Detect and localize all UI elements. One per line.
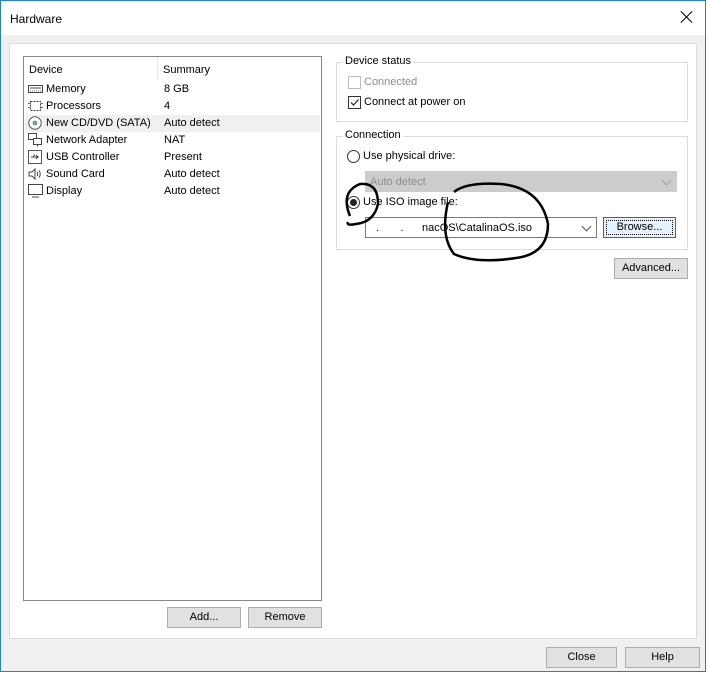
device-status-group: Device status Connected Connect at power… [336,55,688,122]
cd-dvd-icon [28,116,42,130]
hardware-dialog: Hardware Device Summary Memory 8 GB Proc… [0,0,706,672]
connection-legend: Connection [343,129,403,141]
device-list-header: Device Summary [24,57,321,79]
device-row-memory[interactable]: Memory 8 GB [25,81,320,98]
advanced-button[interactable]: Advanced... [614,258,688,279]
memory-icon [28,85,43,93]
use-physical-drive-radio[interactable] [347,150,360,163]
device-row-processors[interactable]: Processors 4 [25,98,320,115]
help-button[interactable]: Help [625,647,700,668]
remove-button[interactable]: Remove [248,607,322,628]
use-iso-image-radio[interactable] [347,196,360,209]
connected-checkbox[interactable] [348,76,361,89]
column-separator[interactable] [157,57,158,79]
use-iso-image-label: Use ISO image file: [363,196,458,208]
device-row-cd-dvd[interactable]: New CD/DVD (SATA) Auto detect [25,115,320,132]
device-status-legend: Device status [343,55,414,67]
physical-drive-select[interactable]: Auto detect [365,171,677,192]
connect-at-power-on-label: Connect at power on [364,96,466,108]
processor-icon [28,101,43,111]
close-icon[interactable] [679,9,695,25]
content-panel: Device Summary Memory 8 GB Processors 4 … [9,43,697,639]
dialog-title: Hardware [10,12,63,26]
close-button[interactable]: Close [546,647,617,668]
chevron-down-icon[interactable] [581,221,592,232]
title-bar: Hardware [1,1,705,35]
checkmark-icon [350,99,359,106]
display-icon [28,184,43,198]
chevron-down-icon [661,175,672,186]
network-adapter-icon [28,133,42,147]
device-row-display[interactable]: Display Auto detect [25,183,320,200]
usb-icon [28,150,42,164]
speaker-icon [28,167,41,181]
add-button[interactable]: Add... [167,607,241,628]
device-list[interactable]: Device Summary Memory 8 GB Processors 4 … [23,56,322,601]
iso-path-combo[interactable]: . . nacOS\CatalinaOS.iso [365,217,597,238]
column-header-summary[interactable]: Summary [163,64,210,76]
device-row-usb-controller[interactable]: USB Controller Present [25,149,320,166]
connection-group: Connection Use physical drive: Auto dete… [336,129,688,250]
device-row-network-adapter[interactable]: Network Adapter NAT [25,132,320,149]
use-physical-drive-label: Use physical drive: [363,150,456,162]
column-header-device[interactable]: Device [29,64,63,76]
browse-button[interactable]: Browse... [603,217,676,238]
connected-label: Connected [364,76,418,88]
connect-at-power-on-checkbox[interactable] [348,96,361,109]
device-row-sound-card[interactable]: Sound Card Auto detect [25,166,320,183]
